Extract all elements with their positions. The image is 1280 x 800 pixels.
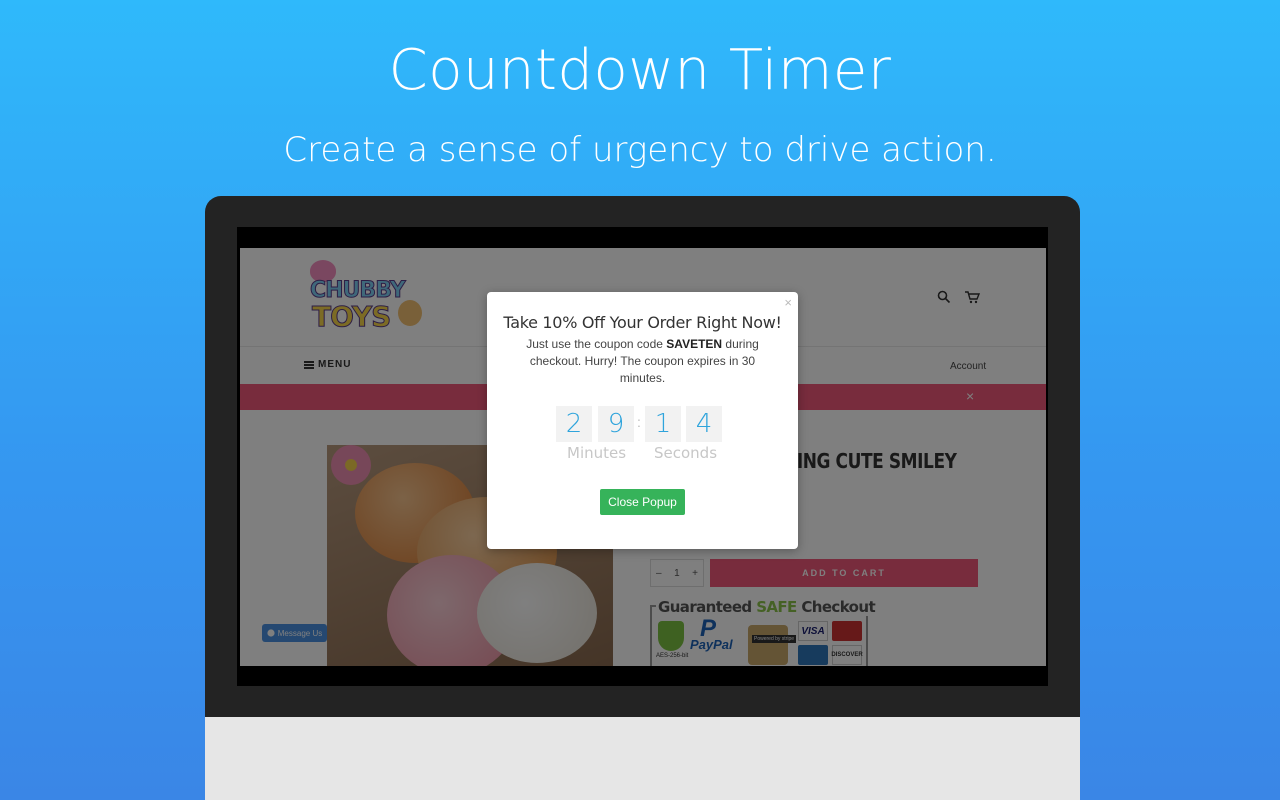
seconds-tens-digit: 1 — [645, 406, 681, 442]
coupon-code: SAVETEN — [666, 337, 723, 351]
minutes-ones-digit: 9 — [598, 406, 634, 442]
hero-title: Countdown Timer — [388, 38, 892, 103]
popup-title: Take 10% Off Your Order Right Now! — [503, 313, 782, 332]
countdown-digits: 2 9 : 1 4 — [556, 406, 726, 442]
monitor-chin — [205, 717, 1080, 800]
hero-subtitle: Create a sense of urgency to drive actio… — [283, 130, 997, 170]
countdown-popup: × Take 10% Off Your Order Right Now! Jus… — [487, 292, 798, 549]
seconds-label: Seconds — [654, 444, 718, 462]
close-icon[interactable]: × — [784, 295, 792, 310]
popup-body-before: Just use the coupon code — [526, 337, 667, 351]
timer-separator: : — [637, 414, 641, 430]
seconds-ones-digit: 4 — [686, 406, 722, 442]
popup-body: Just use the coupon code SAVETEN during … — [515, 336, 770, 387]
close-popup-button[interactable]: Close Popup — [600, 489, 685, 515]
minutes-tens-digit: 2 — [556, 406, 592, 442]
minutes-label: Minutes — [567, 444, 627, 462]
